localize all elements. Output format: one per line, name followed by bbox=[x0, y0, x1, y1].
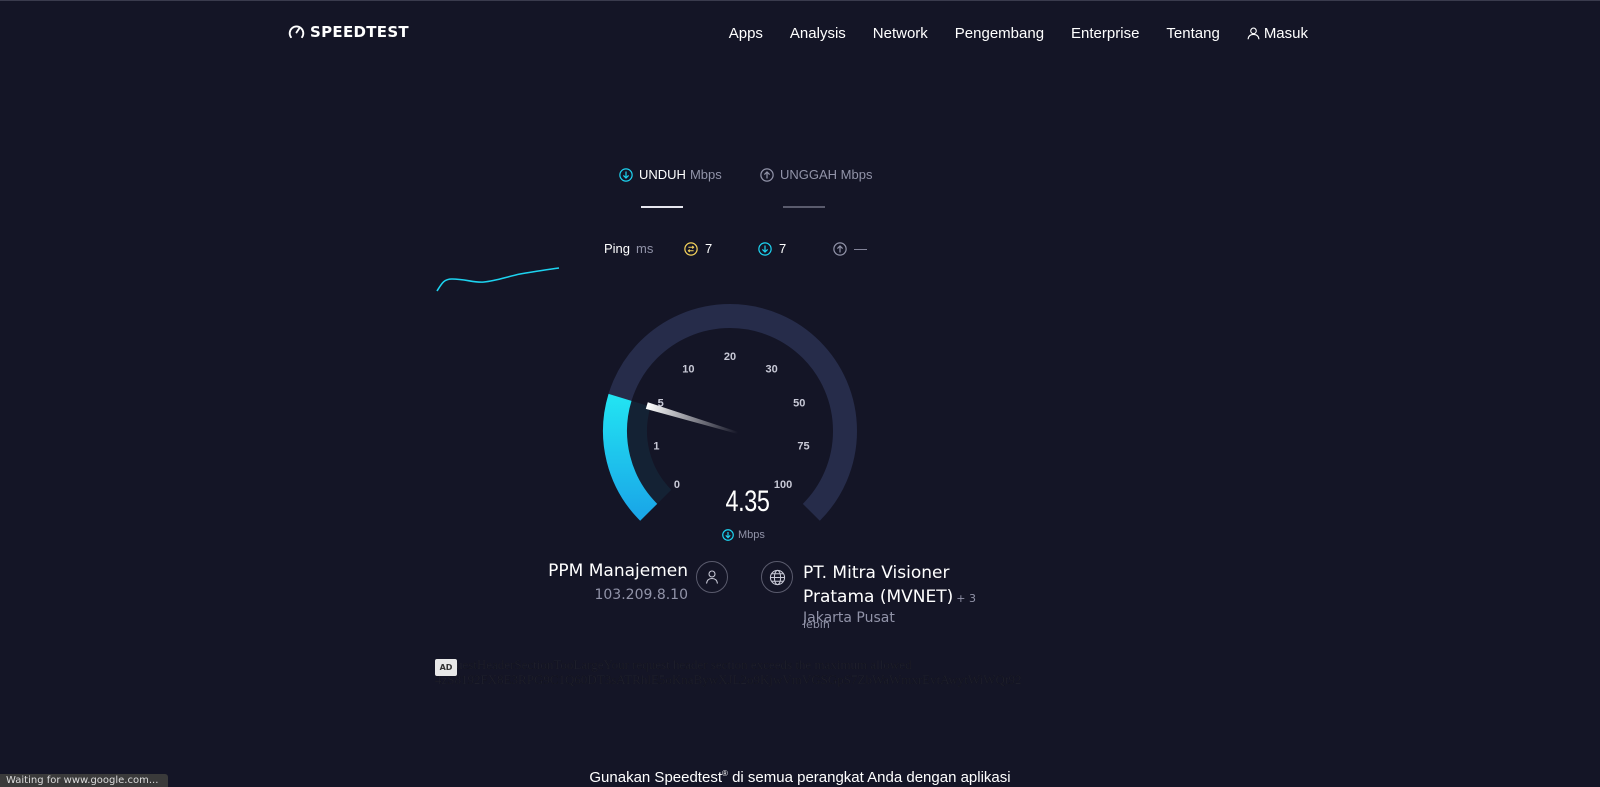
ping-download-value: 7 bbox=[779, 241, 787, 256]
speed-sparkline bbox=[436, 267, 560, 292]
user-icon bbox=[1247, 27, 1260, 40]
gauge-tick-labels: 0151020305075100 bbox=[653, 351, 809, 491]
gauge-tick-label: 30 bbox=[766, 364, 778, 376]
gauge-fill bbox=[603, 393, 672, 521]
speedtest-logo[interactable]: SPEEDTEST bbox=[288, 23, 409, 41]
speed-unit-label: Mbps bbox=[738, 529, 765, 541]
ping-idle-value: 7 bbox=[705, 241, 713, 256]
ad-error-line2: 4zS8192FX8E3RPG9C1Q60DT3sATRhlE5oKnaBywX… bbox=[435, 672, 1022, 687]
ad-error-line1: RequestHeaderSectionTooLargeYour request… bbox=[435, 657, 912, 672]
gauge-tick-label: 1 bbox=[653, 441, 659, 453]
gauge-needle bbox=[645, 402, 739, 434]
nav-enterprise[interactable]: Enterprise bbox=[1071, 25, 1139, 42]
client-isp-name: PPM Manajemen bbox=[548, 561, 688, 581]
ping-unit: ms bbox=[636, 241, 654, 256]
browser-status-bar: Waiting for www.google.com... bbox=[0, 774, 169, 787]
nav-analysis[interactable]: Analysis bbox=[790, 25, 846, 42]
server-location: Jakarta Pusat bbox=[803, 610, 895, 626]
footer-apps-text: Gunakan Speedtest® di semua perangkat An… bbox=[0, 769, 1600, 786]
ad-error-text: RequestHeaderSectionTooLargeYour request… bbox=[435, 657, 1022, 687]
download-icon bbox=[619, 167, 633, 182]
upload-underline bbox=[783, 206, 825, 208]
ping-label: Ping ms bbox=[604, 241, 653, 256]
upload-icon bbox=[760, 167, 774, 182]
speed-unit: Mbps bbox=[722, 529, 765, 541]
globe-icon bbox=[769, 569, 785, 585]
gauge-tick-label: 20 bbox=[724, 351, 736, 363]
main-nav: Apps Analysis Network Pengembang Enterpr… bbox=[702, 25, 1308, 42]
nav-apps[interactable]: Apps bbox=[729, 25, 763, 42]
tab-download-label: UNDUH bbox=[639, 167, 686, 182]
gauge-tick-label: 50 bbox=[793, 397, 805, 409]
gauge-tick-label: 0 bbox=[674, 479, 680, 491]
gauge-tick-label: 10 bbox=[682, 364, 694, 376]
footer-text-after: di semua perangkat Anda dengan aplikasi bbox=[727, 769, 1011, 786]
site-header: SPEEDTEST Apps Analysis Network Pengemba… bbox=[0, 1, 1600, 67]
logo-text: SPEEDTEST bbox=[310, 23, 409, 41]
client-ip: 103.209.8.10 bbox=[594, 587, 688, 603]
download-underline bbox=[641, 206, 683, 208]
idle-latency-icon bbox=[684, 241, 698, 256]
speed-value: 4.35 bbox=[725, 485, 770, 518]
tab-download-unit: Mbps bbox=[689, 167, 722, 182]
ping-upload: — bbox=[833, 241, 867, 256]
person-icon bbox=[705, 570, 719, 584]
download-latency-icon bbox=[758, 241, 772, 256]
gauge-tick-label: 100 bbox=[774, 479, 792, 491]
download-small-icon bbox=[722, 529, 734, 541]
server-name-text: PT. Mitra Visioner Pratama (MVNET) bbox=[803, 563, 954, 607]
nav-tentang[interactable]: Tentang bbox=[1166, 25, 1219, 42]
nav-pengembang[interactable]: Pengembang bbox=[955, 25, 1044, 42]
ping-idle: 7 bbox=[684, 241, 712, 256]
ad-badge[interactable]: AD bbox=[435, 659, 457, 676]
gauge-tick-label: 75 bbox=[797, 441, 809, 453]
gauge-needle-shape bbox=[645, 402, 739, 434]
footer-text-before: Gunakan Speedtest bbox=[589, 769, 722, 786]
upload-latency-icon bbox=[833, 241, 847, 256]
tab-download[interactable]: UNDUH Mbps bbox=[619, 167, 722, 182]
gauge-fill-glow bbox=[627, 400, 672, 504]
ad-frame[interactable]: RequestHeaderSectionTooLargeYour request… bbox=[435, 657, 1049, 691]
speedometer-icon bbox=[288, 24, 305, 38]
tab-upload[interactable]: UNGGAH Mbps bbox=[760, 167, 872, 182]
ping-download: 7 bbox=[758, 241, 786, 256]
ping-upload-value: — bbox=[854, 241, 867, 256]
server-globe-button[interactable] bbox=[761, 561, 793, 593]
client-user-icon bbox=[696, 561, 728, 593]
tab-upload-label: UNGGAH Mbps bbox=[780, 167, 873, 182]
nav-network[interactable]: Network bbox=[873, 25, 928, 42]
ping-label-text: Ping bbox=[604, 241, 631, 256]
signin-label: Masuk bbox=[1263, 25, 1308, 42]
nav-masuk[interactable]: Masuk bbox=[1247, 25, 1308, 42]
